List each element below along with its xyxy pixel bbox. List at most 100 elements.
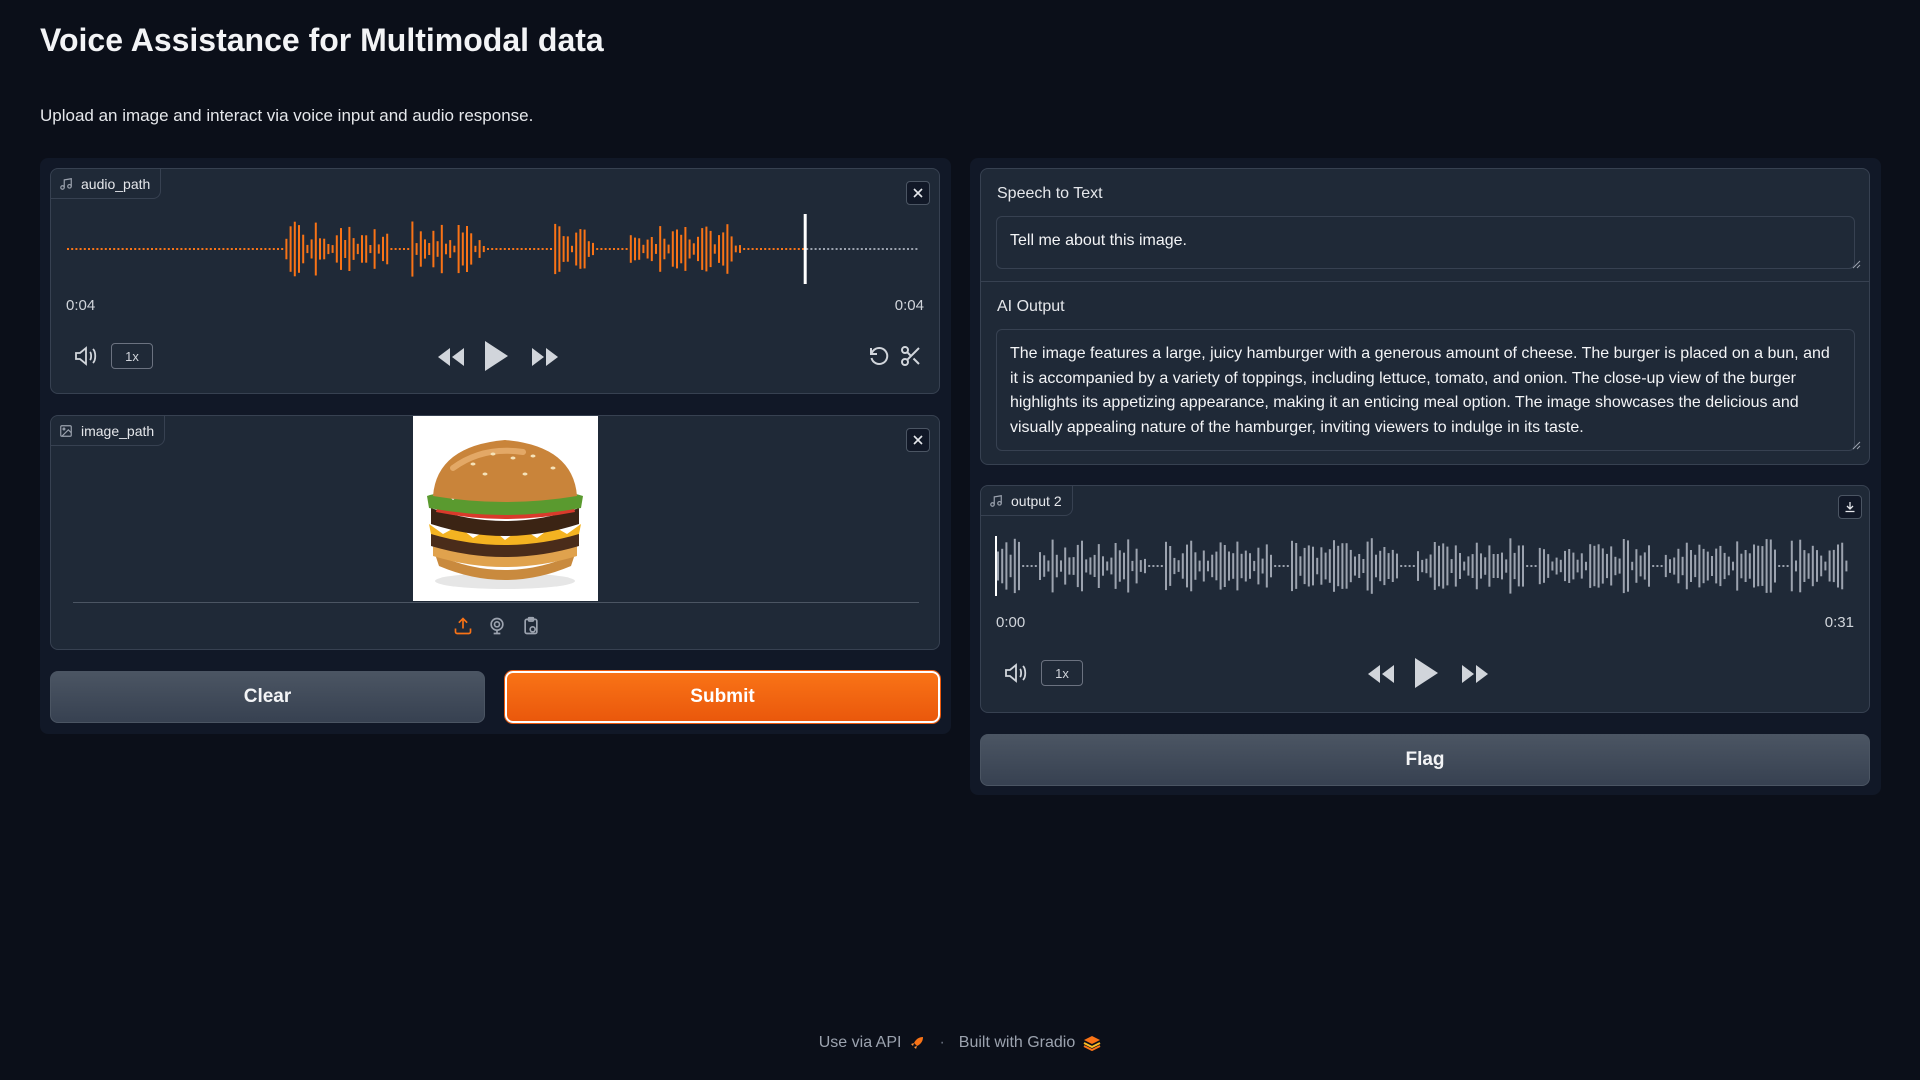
waveform-bar	[1606, 553, 1608, 579]
waveform-bar	[1761, 546, 1764, 586]
waveform-bar	[415, 243, 418, 255]
waveform-bar	[1139, 560, 1142, 572]
webcam-button[interactable]	[484, 613, 510, 639]
volume-button[interactable]	[71, 341, 101, 371]
upload-button[interactable]	[450, 613, 476, 639]
scissors-icon	[901, 346, 920, 366]
waveform-bar	[1681, 556, 1684, 576]
waveform-bar	[79, 248, 82, 250]
trim-button[interactable]	[897, 342, 925, 370]
waveform-bar	[1060, 560, 1062, 572]
waveform-bar	[1400, 565, 1403, 567]
image-icon	[60, 424, 72, 437]
waveform-bar	[1257, 547, 1260, 585]
flag-button[interactable]: Flag	[980, 734, 1870, 786]
waveform-bar	[377, 244, 380, 254]
waveform-bar	[214, 248, 216, 250]
waveform-bar	[1337, 545, 1340, 587]
waveform-bar	[163, 248, 166, 250]
waveform-bar	[663, 238, 666, 260]
play-button[interactable]	[479, 337, 513, 375]
waveform-bar	[1081, 540, 1083, 592]
speech-to-text-field[interactable]: Tell me about this image.	[996, 216, 1855, 269]
audio-input-waveform[interactable]	[65, 214, 921, 284]
waveform-bar	[361, 235, 363, 263]
waveform-bar	[1723, 552, 1726, 580]
volume-icon	[1005, 663, 1027, 683]
playback-speed-button[interactable]: 1x	[1041, 660, 1083, 686]
waveform-bar	[1433, 542, 1436, 590]
image-clear-button[interactable]	[906, 428, 930, 452]
waveform-bar	[734, 245, 737, 253]
waveform-bar	[491, 248, 494, 250]
waveform-bar	[1652, 565, 1655, 567]
download-button[interactable]	[1838, 495, 1862, 519]
waveform-bar	[1748, 553, 1751, 579]
audio-input-label: audio_path	[51, 169, 162, 199]
waveform-bar	[428, 243, 431, 255]
waveform-bar	[562, 236, 565, 262]
waveform-bar	[1303, 547, 1306, 585]
volume-button[interactable]	[1001, 658, 1031, 688]
built-with-gradio-link[interactable]: Built with Gradio	[959, 1034, 1102, 1052]
waveform-bar	[503, 248, 506, 250]
waveform-bar	[1669, 559, 1671, 573]
ai-output-field[interactable]: The image features a large, juicy hambur…	[996, 329, 1855, 451]
waveform-playhead[interactable]	[803, 214, 807, 284]
waveform-bar	[697, 236, 699, 262]
waveform-bar	[1677, 548, 1680, 584]
audio-input-current-time: 0:04	[66, 297, 96, 314]
resize-handle-icon[interactable]	[1851, 440, 1861, 450]
skip-backward-button[interactable]	[434, 342, 468, 372]
waveform-bar	[1572, 552, 1575, 580]
waveform-bar	[869, 248, 872, 250]
waveform-bar	[1589, 544, 1592, 588]
reset-button[interactable]	[865, 342, 893, 370]
text-output-block: Speech to Text Tell me about this image.…	[980, 168, 1870, 465]
waveform-bar	[579, 229, 582, 269]
waveform-bar	[96, 248, 99, 250]
waveform-bar	[600, 248, 603, 250]
waveform-bar	[1135, 548, 1138, 584]
clear-button[interactable]: Clear	[50, 671, 485, 723]
clipboard-button[interactable]	[518, 613, 544, 639]
audio-output-waveform[interactable]	[995, 531, 1851, 601]
waveform-bar	[440, 224, 443, 274]
waveform-bar	[1055, 554, 1058, 578]
waveform-bar	[1198, 560, 1201, 572]
waveform-bar	[487, 248, 489, 250]
waveform-bar	[701, 228, 704, 270]
audio-input-block: audio_path 0:04 0:04 1x	[50, 168, 940, 394]
waveform-bar	[1152, 565, 1155, 567]
submit-button[interactable]: Submit	[505, 671, 940, 723]
audio-clear-button[interactable]	[906, 181, 930, 205]
waveform-bar	[1454, 545, 1457, 587]
audio-input-label-text: audio_path	[81, 175, 151, 192]
skip-backward-button[interactable]	[1364, 659, 1398, 689]
waveform-bar	[226, 248, 229, 250]
waveform-bar	[1828, 550, 1831, 582]
waveform-playhead[interactable]	[995, 536, 997, 596]
waveform-bar	[449, 240, 452, 258]
waveform-bar	[1517, 545, 1520, 587]
playback-speed-button[interactable]: 1x	[111, 343, 153, 369]
skip-forward-button[interactable]	[1458, 659, 1492, 689]
waveform-bar	[1820, 555, 1823, 577]
waveform-bar	[1118, 550, 1121, 582]
play-button[interactable]	[1409, 654, 1443, 692]
waveform-bar	[1148, 565, 1151, 567]
waveform-bar	[726, 224, 729, 274]
waveform-bar	[1685, 542, 1688, 590]
skip-forward-button[interactable]	[528, 342, 562, 372]
waveform-bar	[1316, 557, 1319, 575]
use-via-api-link[interactable]: Use via API	[819, 1034, 926, 1052]
waveform-bar	[1097, 544, 1100, 588]
waveform-bar	[604, 248, 607, 250]
waveform-bar	[1156, 565, 1159, 567]
waveform-bar	[608, 248, 611, 250]
waveform-bar	[1341, 543, 1344, 589]
resize-handle-icon[interactable]	[1851, 259, 1861, 269]
waveform-bar	[205, 248, 208, 250]
waveform-bar	[323, 238, 326, 260]
waveform-bar	[718, 235, 720, 263]
